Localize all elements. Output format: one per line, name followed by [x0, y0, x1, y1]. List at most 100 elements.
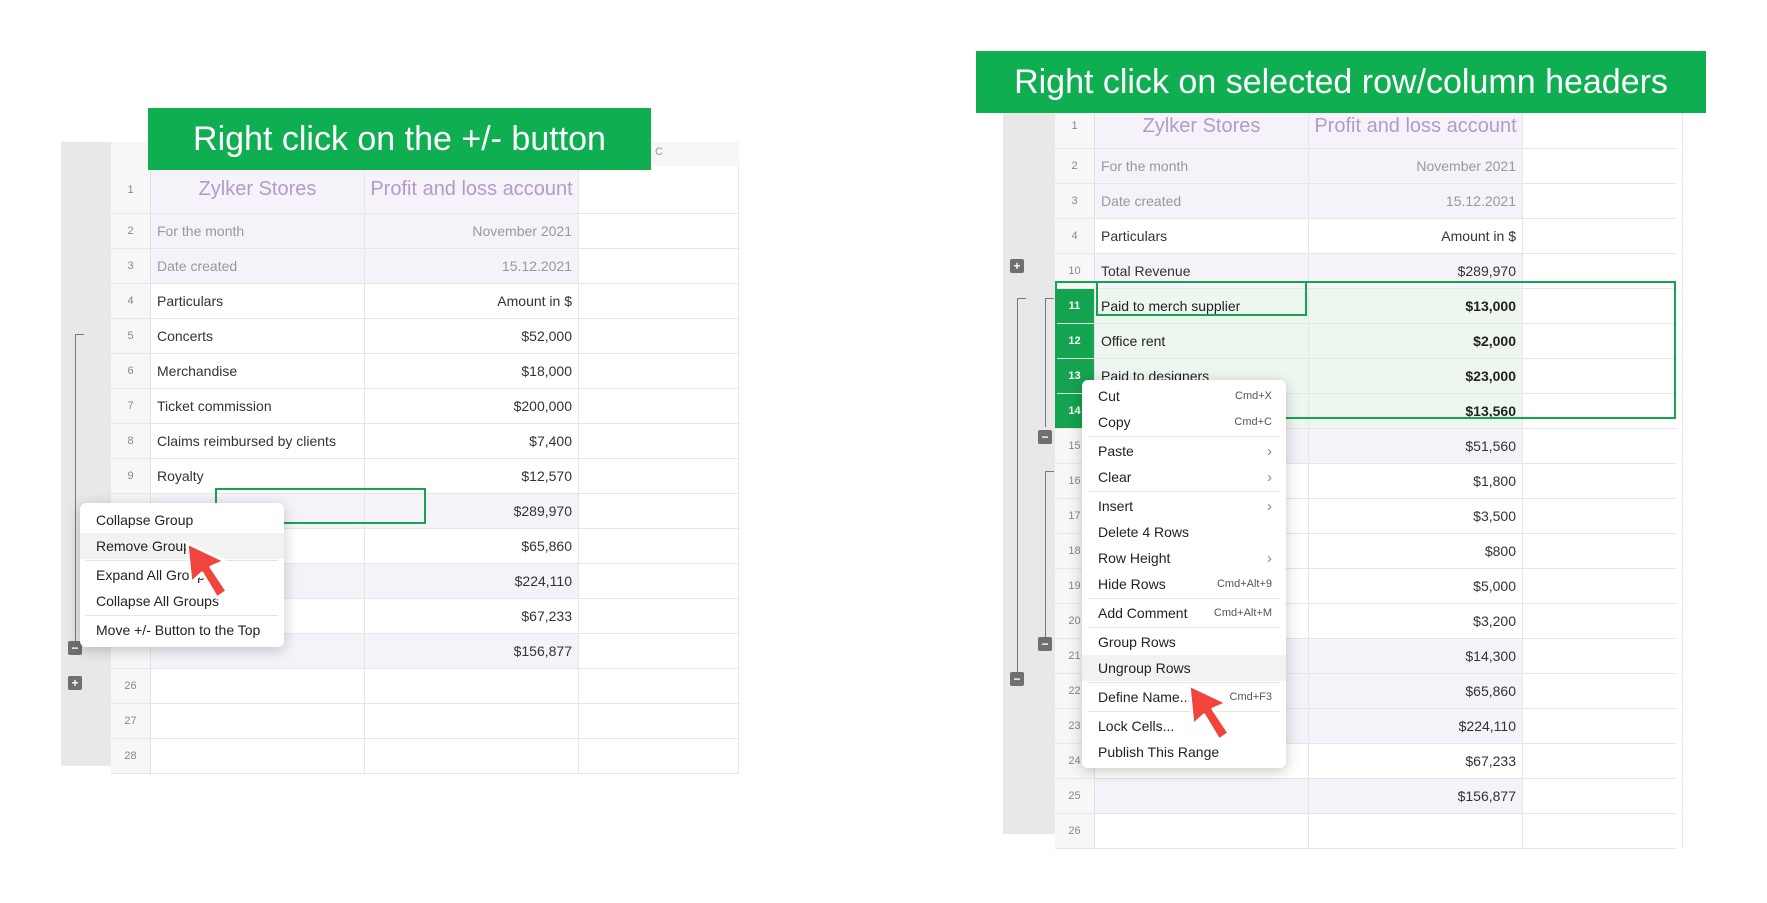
- left-cell-c[interactable]: $289,970: [365, 494, 579, 528]
- left-cell-d[interactable]: [579, 634, 739, 668]
- right-cell-c[interactable]: $14,300: [1309, 639, 1523, 673]
- right-cell-b[interactable]: Date created: [1095, 184, 1309, 218]
- left-cell-d[interactable]: [579, 319, 739, 353]
- menu-item-insert[interactable]: Insert ›: [1082, 493, 1286, 519]
- right-cell-c[interactable]: $2,000: [1309, 324, 1523, 358]
- right-cell-c[interactable]: $224,110: [1309, 709, 1523, 743]
- menu-item-hide-rows[interactable]: Hide Rows Cmd+Alt+9: [1082, 571, 1286, 597]
- right-row-number[interactable]: 11: [1055, 289, 1095, 323]
- menu-item-paste[interactable]: Paste ›: [1082, 438, 1286, 464]
- right-cell-c[interactable]: [1309, 814, 1523, 848]
- menu-item-cut[interactable]: Cut Cmd+X: [1082, 383, 1286, 409]
- left-cell-d[interactable]: [579, 249, 739, 283]
- right-cell-c[interactable]: $23,000: [1309, 359, 1523, 393]
- right-cell-c[interactable]: $1,800: [1309, 464, 1523, 498]
- left-row-number[interactable]: 6: [111, 354, 151, 388]
- right-cell-b[interactable]: [1095, 779, 1309, 813]
- right-cell-d[interactable]: [1523, 779, 1683, 813]
- left-cell-b[interactable]: [151, 704, 365, 738]
- right-cell-c[interactable]: $13,000: [1309, 289, 1523, 323]
- right-minus-button-1[interactable]: −: [1038, 430, 1052, 444]
- left-cell-c[interactable]: $67,233: [365, 599, 579, 633]
- left-row-number[interactable]: 2: [111, 214, 151, 248]
- right-cell-c[interactable]: $5,000: [1309, 569, 1523, 603]
- menu-item-lock-cells[interactable]: Lock Cells...: [1082, 713, 1286, 739]
- left-cell-c[interactable]: Profit and loss account: [365, 166, 579, 213]
- left-cell-c[interactable]: $156,877: [365, 634, 579, 668]
- right-cell-c[interactable]: $289,970: [1309, 254, 1523, 288]
- right-cell-b[interactable]: Particulars: [1095, 219, 1309, 253]
- right-cell-d[interactable]: [1523, 744, 1683, 778]
- right-cell-d[interactable]: [1523, 359, 1683, 393]
- right-cell-c[interactable]: $800: [1309, 534, 1523, 568]
- right-minus-button-3[interactable]: −: [1010, 672, 1024, 686]
- left-cell-d[interactable]: [579, 704, 739, 738]
- menu-item-row-height[interactable]: Row Height ›: [1082, 545, 1286, 571]
- right-cell-d[interactable]: [1523, 324, 1683, 358]
- left-row-number[interactable]: 9: [111, 459, 151, 493]
- right-cell-b[interactable]: Total Revenue: [1095, 254, 1309, 288]
- menu-item-ungroup-rows[interactable]: Ungroup Rows: [1082, 655, 1286, 681]
- left-cell-c[interactable]: $224,110: [365, 564, 579, 598]
- right-cell-b[interactable]: Office rent: [1095, 324, 1309, 358]
- right-cell-d[interactable]: [1523, 814, 1683, 848]
- right-cell-c[interactable]: November 2021: [1309, 149, 1523, 183]
- left-cell-b[interactable]: For the month: [151, 214, 365, 248]
- menu-item-publish-this-range[interactable]: Publish This Range: [1082, 739, 1286, 765]
- menu-item-copy[interactable]: Copy Cmd+C: [1082, 409, 1286, 435]
- left-cell-d[interactable]: [579, 494, 739, 528]
- left-row-number[interactable]: 27: [111, 704, 151, 738]
- left-cell-d[interactable]: [579, 529, 739, 563]
- left-cell-c[interactable]: [365, 739, 579, 773]
- left-row-number[interactable]: 26: [111, 669, 151, 703]
- menu-item-remove-group[interactable]: Remove Group: [80, 533, 284, 559]
- left-cell-b[interactable]: [151, 739, 365, 773]
- right-cell-d[interactable]: [1523, 569, 1683, 603]
- right-cell-c[interactable]: $67,233: [1309, 744, 1523, 778]
- left-row-number[interactable]: 28: [111, 739, 151, 773]
- right-row-number[interactable]: 10: [1055, 254, 1095, 288]
- right-cell-d[interactable]: [1523, 639, 1683, 673]
- left-cell-d[interactable]: [579, 739, 739, 773]
- left-cell-b[interactable]: Ticket commission: [151, 389, 365, 423]
- left-cell-c[interactable]: $52,000: [365, 319, 579, 353]
- right-plus-button[interactable]: +: [1010, 259, 1024, 273]
- left-cell-d[interactable]: [579, 354, 739, 388]
- left-cell-c[interactable]: $12,570: [365, 459, 579, 493]
- left-cell-b[interactable]: [151, 669, 365, 703]
- right-cell-c[interactable]: $3,500: [1309, 499, 1523, 533]
- left-row-number[interactable]: 7: [111, 389, 151, 423]
- left-cell-d[interactable]: [579, 214, 739, 248]
- left-row-number[interactable]: 8: [111, 424, 151, 458]
- left-cell-b[interactable]: Merchandise: [151, 354, 365, 388]
- left-cell-c[interactable]: Amount in $: [365, 284, 579, 318]
- right-cell-d[interactable]: [1523, 289, 1683, 323]
- menu-item-group-rows[interactable]: Group Rows: [1082, 629, 1286, 655]
- left-row-number[interactable]: 1: [111, 166, 151, 213]
- right-cell-d[interactable]: [1523, 149, 1683, 183]
- left-row-number[interactable]: 3: [111, 249, 151, 283]
- left-cell-c[interactable]: November 2021: [365, 214, 579, 248]
- menu-item-clear[interactable]: Clear ›: [1082, 464, 1286, 490]
- right-cell-d[interactable]: [1523, 674, 1683, 708]
- left-cell-b[interactable]: Zylker Stores: [151, 166, 365, 213]
- left-cell-d[interactable]: [579, 284, 739, 318]
- right-cell-b[interactable]: For the month: [1095, 149, 1309, 183]
- right-cell-d[interactable]: [1523, 184, 1683, 218]
- left-cell-c[interactable]: [365, 704, 579, 738]
- right-row-number[interactable]: 12: [1055, 324, 1095, 358]
- right-cell-d[interactable]: [1523, 464, 1683, 498]
- right-cell-d[interactable]: [1523, 604, 1683, 638]
- right-row-number[interactable]: 2: [1055, 149, 1095, 183]
- left-plus-button[interactable]: +: [68, 676, 82, 690]
- left-cell-b[interactable]: Royalty: [151, 459, 365, 493]
- right-row-number[interactable]: 4: [1055, 219, 1095, 253]
- left-row-number[interactable]: 5: [111, 319, 151, 353]
- right-cell-d[interactable]: [1523, 534, 1683, 568]
- left-cell-d[interactable]: [579, 166, 739, 213]
- menu-item-move-button-to-the-top[interactable]: Move +/- Button to the Top: [80, 617, 284, 643]
- right-cell-c[interactable]: Amount in $: [1309, 219, 1523, 253]
- right-cell-c[interactable]: $3,200: [1309, 604, 1523, 638]
- right-cell-c[interactable]: $156,877: [1309, 779, 1523, 813]
- right-cell-c[interactable]: 15.12.2021: [1309, 184, 1523, 218]
